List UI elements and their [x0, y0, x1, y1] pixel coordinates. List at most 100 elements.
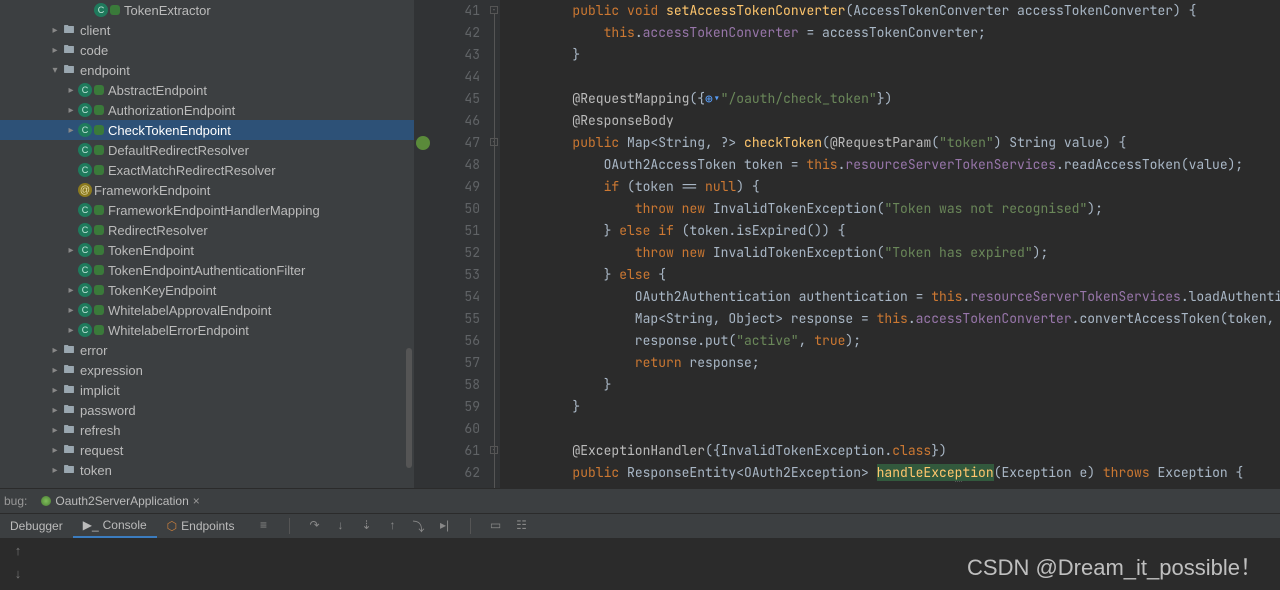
tree-item-tokenendpointauthenticationfilter[interactable]: ▸CTokenEndpointAuthenticationFilter	[0, 260, 414, 280]
code-line[interactable]: }	[510, 44, 1280, 66]
close-icon[interactable]: ×	[193, 494, 200, 508]
code-line[interactable]: @RequestMapping({⊕▾"/oauth/check_token"}…	[510, 88, 1280, 110]
tree-item-tokenendpoint[interactable]: ▸CTokenEndpoint	[0, 240, 414, 260]
code-line[interactable]: }	[510, 374, 1280, 396]
chevron-right-icon[interactable]: ▸	[64, 85, 78, 96]
code-line[interactable]: public ResponseEntity<OAuth2Exception> h…	[510, 462, 1280, 484]
tree-item-defaultredirectresolver[interactable]: ▸CDefaultRedirectResolver	[0, 140, 414, 160]
run-to-cursor-icon[interactable]: ▸|	[438, 518, 452, 535]
chevron-right-icon[interactable]: ▸	[64, 285, 78, 296]
code-line[interactable]: throw new InvalidTokenException("Token w…	[510, 198, 1280, 220]
code-line[interactable]: response.put("active", true);	[510, 330, 1280, 352]
code-line[interactable]: @ResponseBody	[510, 110, 1280, 132]
drop-frame-icon[interactable]: ⤵	[412, 518, 426, 535]
sidebar-scrollbar[interactable]	[406, 348, 412, 468]
chevron-right-icon[interactable]: ▸	[64, 325, 78, 336]
chevron-right-icon[interactable]: ▸	[48, 405, 62, 416]
chevron-right-icon[interactable]: ▸	[48, 465, 62, 476]
layout-icon[interactable]: ▭	[489, 518, 503, 535]
code-area[interactable]: public void setAccessTokenConverter(Acce…	[500, 0, 1280, 488]
code-line[interactable]: public void setAccessTokenConverter(Acce…	[510, 0, 1280, 22]
code-line[interactable]: Map<String, Object> response = this.acce…	[510, 308, 1280, 330]
tree-item-label: request	[80, 443, 123, 458]
code-line[interactable]: if (token == null) {	[510, 176, 1280, 198]
run-config-tab[interactable]: Oauth2ServerApplication ×	[37, 492, 203, 510]
tree-item-checktokenendpoint[interactable]: ▸CCheckTokenEndpoint	[0, 120, 414, 140]
tab-debugger[interactable]: Debugger	[0, 515, 73, 537]
chevron-right-icon[interactable]: ▸	[48, 425, 62, 436]
folder-icon: 🖿	[62, 403, 76, 417]
code-line[interactable]: }	[510, 396, 1280, 418]
chevron-right-icon[interactable]: ▸	[48, 345, 62, 356]
tree-item-frameworkendpoint[interactable]: ▸@FrameworkEndpoint	[0, 180, 414, 200]
scroll-up-icon[interactable]: ↑	[15, 543, 22, 558]
code-line[interactable]: OAuth2Authentication authentication = th…	[510, 286, 1280, 308]
tree-item-client[interactable]: ▸🖿client	[0, 20, 414, 40]
tab-endpoints[interactable]: ⬡ Endpoints	[157, 515, 245, 537]
chevron-right-icon[interactable]: ▸	[64, 105, 78, 116]
chevron-right-icon[interactable]: ▸	[48, 365, 62, 376]
code-line[interactable]: this.accessTokenConverter = accessTokenC…	[510, 22, 1280, 44]
chevron-right-icon[interactable]: ▸	[48, 25, 62, 36]
tree-item-tokenextractor[interactable]: ▸CTokenExtractor	[0, 0, 414, 20]
tree-item-frameworkendpointhandlermapping[interactable]: ▸CFrameworkEndpointHandlerMapping	[0, 200, 414, 220]
chevron-right-icon[interactable]: ▸	[64, 125, 78, 136]
code-line[interactable]: } else {	[510, 264, 1280, 286]
chevron-down-icon[interactable]: ▾	[48, 65, 62, 76]
settings-icon[interactable]: ☷	[515, 518, 529, 535]
chevron-right-icon[interactable]: ▸	[64, 245, 78, 256]
annotation-icon: @	[78, 183, 92, 197]
tree-item-label: endpoint	[80, 63, 130, 78]
force-step-into-icon[interactable]: ⇣	[360, 518, 374, 535]
endpoint-marker-icon[interactable]	[416, 136, 430, 150]
fold-toggle-icon[interactable]: -	[490, 6, 498, 14]
tree-item-label: code	[80, 43, 108, 58]
tree-item-code[interactable]: ▸🖿code	[0, 40, 414, 60]
chevron-right-icon[interactable]: ▸	[48, 45, 62, 56]
tree-item-whitelabelapprovalendpoint[interactable]: ▸CWhitelabelApprovalEndpoint	[0, 300, 414, 320]
tree-item-password[interactable]: ▸🖿password	[0, 400, 414, 420]
console-icon: ▶_	[83, 518, 99, 532]
code-line[interactable]	[510, 418, 1280, 440]
chevron-right-icon[interactable]: ▸	[64, 305, 78, 316]
console-output[interactable]: CSDN @Dream_it_possible！	[36, 539, 1280, 590]
tree-item-error[interactable]: ▸🖿error	[0, 340, 414, 360]
chevron-right-icon[interactable]: ▸	[48, 445, 62, 456]
bean-indicator-icon	[94, 145, 104, 155]
tree-item-exactmatchredirectresolver[interactable]: ▸CExactMatchRedirectResolver	[0, 160, 414, 180]
step-out-icon[interactable]: ↑	[386, 518, 400, 535]
tree-item-redirectresolver[interactable]: ▸CRedirectResolver	[0, 220, 414, 240]
chevron-right-icon[interactable]: ▸	[48, 385, 62, 396]
tree-item-tokenkeyendpoint[interactable]: ▸CTokenKeyEndpoint	[0, 280, 414, 300]
bean-indicator-icon	[94, 285, 104, 295]
tree-item-label: FrameworkEndpointHandlerMapping	[108, 203, 320, 218]
tree-item-implicit[interactable]: ▸🖿implicit	[0, 380, 414, 400]
tree-item-refresh[interactable]: ▸🖿refresh	[0, 420, 414, 440]
tree-item-request[interactable]: ▸🖿request	[0, 440, 414, 460]
tab-console[interactable]: ▶_ Console	[73, 514, 157, 538]
tree-item-whitelabelerrorendpoint[interactable]: ▸CWhitelabelErrorEndpoint	[0, 320, 414, 340]
step-into-icon[interactable]: ↓	[334, 518, 348, 535]
line-number: 43	[432, 44, 480, 66]
step-over-icon[interactable]: ↷	[308, 518, 322, 535]
tree-item-expression[interactable]: ▸🖿expression	[0, 360, 414, 380]
scroll-down-icon[interactable]: ↓	[15, 566, 22, 581]
code-line[interactable]	[510, 66, 1280, 88]
code-line[interactable]: return response;	[510, 352, 1280, 374]
list-icon[interactable]: ≡	[257, 518, 271, 535]
code-line[interactable]: throw new InvalidTokenException("Token h…	[510, 242, 1280, 264]
tree-item-authorizationendpoint[interactable]: ▸CAuthorizationEndpoint	[0, 100, 414, 120]
code-line[interactable]: OAuth2AccessToken token = this.resourceS…	[510, 154, 1280, 176]
tree-item-token[interactable]: ▸🖿token	[0, 460, 414, 480]
tree-item-endpoint[interactable]: ▾🖿endpoint	[0, 60, 414, 80]
code-editor[interactable]: 4142434445464748495051525354555657585960…	[414, 0, 1280, 488]
code-line[interactable]: @ExceptionHandler({InvalidTokenException…	[510, 440, 1280, 462]
project-tree[interactable]: ▸CTokenExtractor▸🖿client▸🖿code▾🖿endpoint…	[0, 0, 414, 488]
tree-item-label: token	[80, 463, 112, 478]
tree-item-label: AuthorizationEndpoint	[108, 103, 235, 118]
code-line[interactable]: } else if (token.isExpired()) {	[510, 220, 1280, 242]
tree-item-abstractendpoint[interactable]: ▸CAbstractEndpoint	[0, 80, 414, 100]
code-line[interactable]: public Map<String, ?> checkToken(@Reques…	[510, 132, 1280, 154]
folder-icon: 🖿	[62, 383, 76, 397]
fold-bar[interactable]: ---	[488, 0, 500, 488]
